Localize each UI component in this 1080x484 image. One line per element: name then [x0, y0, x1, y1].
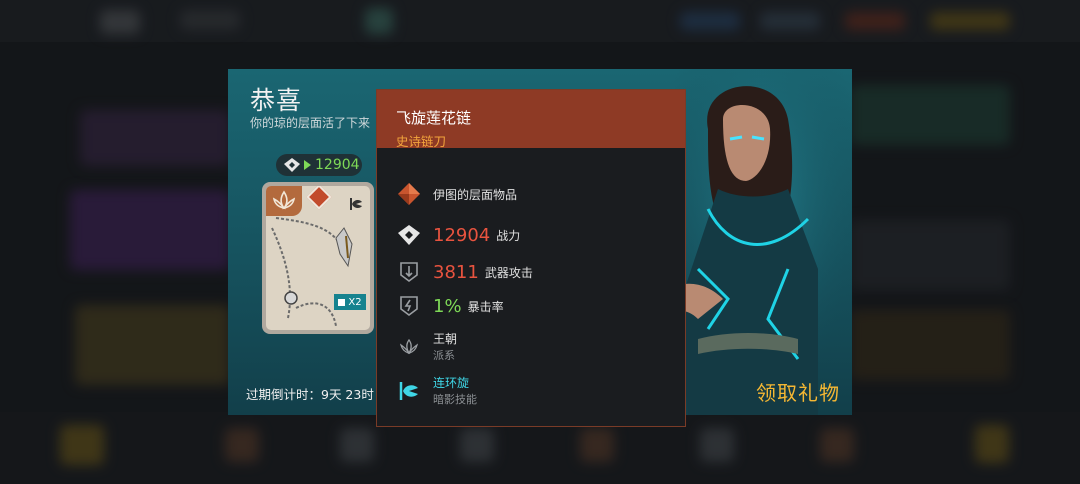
power-pill: 12904 [276, 154, 362, 176]
power-icon [397, 223, 421, 247]
skill-name: 连环旋 [433, 376, 470, 390]
source-label: 伊图的层面物品 [433, 187, 518, 202]
dynasty-row: 王朝 派系 [397, 330, 457, 363]
item-card[interactable]: X2 [262, 182, 374, 334]
dynasty-type: 派系 [433, 349, 455, 362]
hero-portrait [668, 69, 852, 415]
arrow-up-icon [304, 160, 311, 170]
source-row: 伊图的层面物品 [397, 182, 517, 206]
power-value: 12904 [315, 157, 360, 173]
claim-gift-button[interactable]: 领取礼物 [756, 377, 840, 406]
power-label: 战力 [496, 228, 521, 243]
item-rarity: 史诗链刀 [396, 134, 447, 149]
power-value: 12904 [433, 224, 491, 246]
skill-type: 暗影技能 [433, 393, 477, 406]
multiplier-badge: X2 [334, 294, 366, 310]
attack-row: 3811 武器攻击 [397, 260, 533, 284]
item-tooltip: 飞旋莲花链 史诗链刀 伊图的层面物品 12904 战力 3811 武器攻击 1%… [376, 89, 686, 427]
power-row: 12904 战力 [397, 223, 520, 247]
square-icon [338, 298, 346, 306]
lotus-icon [397, 335, 421, 359]
power-icon [284, 158, 300, 172]
modal-subtitle: 你的琼的层面活了下来 [250, 116, 371, 130]
attack-value: 3811 [433, 261, 479, 283]
chain-blade-icon [271, 217, 353, 327]
item-name: 飞旋莲花链 [396, 109, 472, 127]
crit-label: 暴击率 [467, 299, 504, 314]
modal-title: 恭喜 [250, 86, 303, 115]
dynasty-name: 王朝 [433, 332, 458, 346]
crit-row: 1% 暴击率 [397, 294, 504, 318]
tooltip-header: 飞旋莲花链 史诗链刀 [377, 90, 685, 149]
attack-label: 武器攻击 [484, 265, 533, 280]
item-card-art: X2 [266, 186, 370, 330]
gem-icon [397, 182, 421, 206]
skill-row: 连环旋 暗影技能 [397, 374, 477, 407]
card-gem-icon [306, 186, 332, 210]
crit-value: 1% [433, 295, 462, 317]
multiplier-label: X2 [348, 296, 362, 308]
attack-icon [397, 260, 421, 284]
character-illustration [668, 69, 852, 415]
skill-icon [397, 379, 421, 403]
crit-icon [397, 294, 421, 318]
expire-countdown: 过期倒计时：9天 23时 [246, 387, 374, 402]
